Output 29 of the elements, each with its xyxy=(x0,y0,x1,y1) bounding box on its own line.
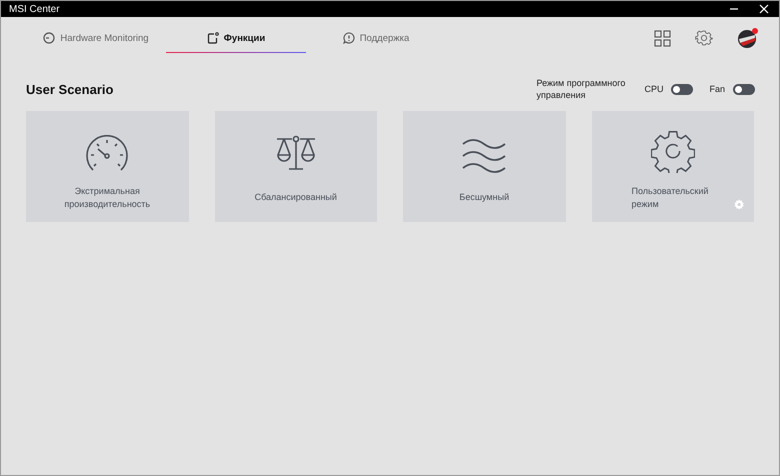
avatar-icon[interactable] xyxy=(737,27,759,49)
scenario-label: Сбалансированный xyxy=(254,191,337,204)
scenario-label: Бесшумный xyxy=(459,191,510,204)
tab[interactable]: Hardware Monitoring xyxy=(26,23,166,53)
mode-label: Режим программного управления xyxy=(536,77,626,101)
scenario-label: Экстримальная производительность xyxy=(63,184,152,210)
section-title: User Scenario xyxy=(26,82,114,96)
speedometer-icon xyxy=(85,135,130,173)
tab[interactable]: Поддержка xyxy=(306,23,446,53)
waves-icon xyxy=(462,139,506,173)
toggle-label: CPU xyxy=(644,84,664,94)
scale-icon xyxy=(274,135,317,173)
toggle-switch[interactable] xyxy=(671,84,694,94)
scenario-card[interactable]: Бесшумный xyxy=(403,111,566,222)
gear-icon xyxy=(650,129,695,173)
scenario-card[interactable]: Экстримальная производительность xyxy=(26,111,188,222)
square-icon xyxy=(206,32,219,44)
tab[interactable]: Функции xyxy=(166,23,306,53)
scenario-label: Пользовательский режим xyxy=(632,184,710,210)
alert-bubble-icon xyxy=(342,32,355,44)
clock-icon xyxy=(43,32,56,44)
scenario-card[interactable]: Пользовательский режим xyxy=(592,111,754,222)
close-icon xyxy=(759,4,769,14)
grid-icon[interactable] xyxy=(654,30,671,46)
toggle-label: Fan xyxy=(709,84,725,94)
scenario-card[interactable]: Сбалансированный xyxy=(214,111,377,222)
window-title: MSI Center xyxy=(9,4,60,14)
toggle-switch[interactable] xyxy=(733,84,755,94)
settings-icon[interactable] xyxy=(695,29,713,47)
